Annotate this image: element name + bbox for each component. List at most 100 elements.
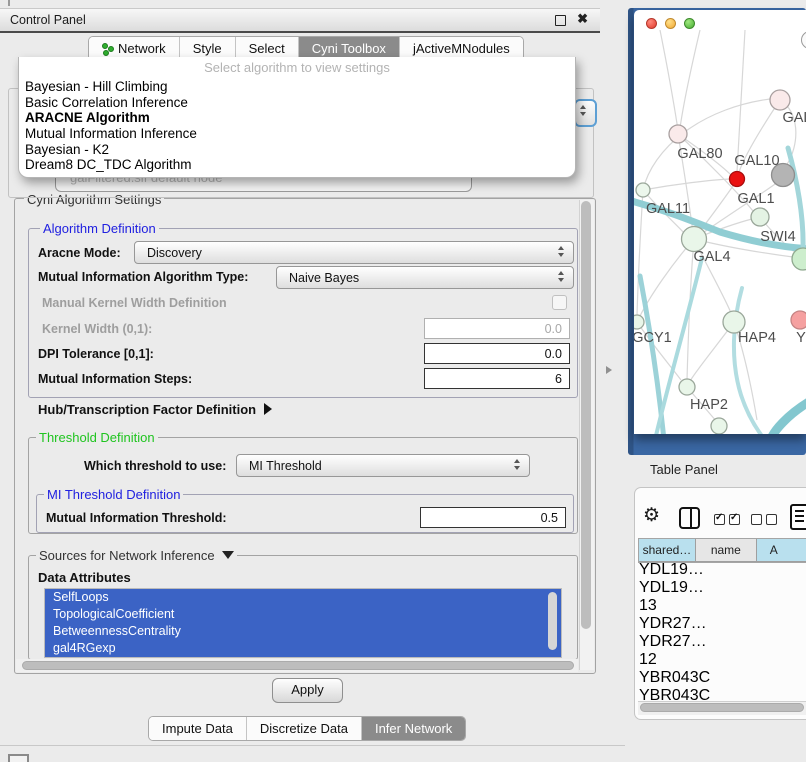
column-header-shared[interactable]: shared… [639, 539, 696, 561]
node-label-swi4: SWI4 [760, 229, 795, 245]
aracne-mode-combobox[interactable]: Discovery [134, 241, 574, 264]
gear-icon[interactable]: ⚙ [643, 504, 660, 527]
column-header-a[interactable]: A [757, 539, 806, 561]
edge [680, 30, 700, 128]
attribute-item-selfloops[interactable]: SelfLoops [45, 589, 561, 606]
node-gal1[interactable] [751, 208, 769, 226]
tab-label: Select [249, 41, 285, 56]
node-label-gal4: GAL4 [693, 249, 730, 265]
table-cell: 12 [639, 651, 699, 669]
algorithm-option-bayesian-hill-climbing[interactable]: Bayesian - Hill Climbing [19, 79, 575, 95]
control-panel-titlebar[interactable]: Control Panel ✖ [0, 8, 600, 33]
algorithm-option-basic-correlation-inference[interactable]: Basic Correlation Inference [19, 95, 575, 111]
float-window-icon[interactable] [555, 15, 566, 26]
attribute-item-topologicalcoefficient[interactable]: TopologicalCoefficient [45, 606, 561, 623]
expanded-arrow-icon [222, 551, 234, 559]
import-table-icon[interactable] [790, 504, 806, 530]
mi-threshold-field[interactable]: 0.5 [420, 507, 566, 528]
mi-type-combobox[interactable]: Naive Bayes [276, 266, 574, 289]
node-gal[interactable] [770, 90, 790, 110]
window-zoom-icon[interactable] [684, 18, 695, 29]
table-row[interactable]: YBR043CYBR043C [639, 669, 806, 700]
split-pane-toggle-icon[interactable] [606, 366, 612, 374]
tab-infer-network[interactable]: Infer Network [362, 717, 465, 740]
deselect-checks-icon[interactable] [751, 512, 781, 530]
attribute-item-betweennesscentrality[interactable]: BetweennessCentrality [45, 623, 561, 640]
settings-hscrollbar-thumb[interactable] [22, 661, 574, 670]
network-canvas[interactable]: GALGAL80GAL10GAL11GAL1SWI4GAL4GCY1HAP4YH… [634, 30, 806, 434]
dpi-tolerance-field[interactable]: 0.0 [424, 343, 570, 364]
tab-label: jActiveMNodules [413, 41, 510, 56]
tab-label: Style [193, 41, 222, 56]
tab-label: Impute Data [162, 721, 233, 736]
which-threshold-value: MI Threshold [249, 459, 322, 473]
tab-label: Network [118, 41, 166, 56]
select-all-checks-icon[interactable] [714, 512, 744, 530]
hub-section-toggle[interactable]: Hub/Transcription Factor Definition [38, 402, 272, 417]
algorithm-dropdown-prompt: Select algorithm to view settings [19, 57, 575, 79]
settings-scrollbar-thumb[interactable] [581, 201, 591, 629]
tab-discretize-data[interactable]: Discretize Data [247, 717, 362, 740]
kernel-width-label: Kernel Width (0,1): [42, 322, 152, 336]
stepper-arrows-icon [580, 105, 586, 116]
node-gal80[interactable] [669, 125, 687, 143]
threshold-title: Threshold Definition [36, 430, 158, 445]
node-label-hap2: HAP2 [690, 397, 728, 413]
edge [643, 98, 778, 190]
table-cell: 13 [639, 597, 699, 615]
node-label-y: Y [796, 330, 806, 346]
table-cell: YDL19… [639, 561, 711, 579]
node-gcy1[interactable] [634, 315, 644, 329]
node-gal11[interactable] [636, 183, 650, 197]
algorithm-option-dream8-dc-tdc-algorithm[interactable]: Dream8 DC_TDC Algorithm [19, 157, 575, 173]
node-y[interactable] [791, 311, 806, 329]
attributes-scrollbar-thumb[interactable] [548, 592, 557, 650]
apply-button[interactable]: Apply [272, 678, 343, 703]
table-row[interactable]: YDR27…YDR27…12 [639, 615, 806, 669]
node-unlabeled[interactable] [711, 418, 727, 434]
bottom-panel-icon[interactable] [8, 754, 29, 762]
mi-type-label: Mutual Information Algorithm Type: [38, 270, 248, 284]
attribute-item-gal4rgexp[interactable]: gal4RGexp [45, 640, 561, 657]
table-row[interactable]: YDL19…YDL19…13 [639, 561, 806, 615]
node-hap2[interactable] [679, 379, 695, 395]
column-header-name[interactable]: name [696, 539, 757, 561]
close-icon[interactable]: ✖ [577, 11, 588, 27]
edge [737, 30, 745, 172]
algorithm-option-aracne-algorithm[interactable]: ARACNE Algorithm [19, 110, 575, 126]
window-close-icon[interactable] [646, 18, 657, 29]
data-attributes-list: SelfLoopsTopologicalCoefficientBetweenne… [44, 588, 562, 658]
node-label-gal80: GAL80 [677, 146, 722, 162]
table-cell: YDL19… [639, 579, 716, 597]
tab-impute-data[interactable]: Impute Data [149, 717, 247, 740]
mi-steps-label: Mutual Information Steps: [38, 372, 192, 386]
node-table: shared…nameA [638, 538, 806, 563]
table-cell: YBR043C [639, 669, 711, 687]
table-hscrollbar-thumb[interactable] [640, 703, 804, 712]
mi-threshold-title: MI Threshold Definition [44, 487, 183, 502]
sources-toggle[interactable]: Sources for Network Inference [36, 548, 237, 563]
mi-steps-field[interactable]: 6 [424, 368, 570, 389]
panel-edge-mark [8, 0, 10, 6]
node-unlabeled[interactable] [730, 172, 745, 187]
panel-bottom-border [0, 745, 625, 746]
node-label-gal: GAL [782, 110, 806, 126]
algorithm-combobox-stepper[interactable] [574, 99, 597, 127]
kernel-width-field[interactable]: 0.0 [424, 318, 570, 339]
tab-label: Cyni Toolbox [312, 41, 386, 56]
algorithm-option-mutual-information-inference[interactable]: Mutual Information Inference [19, 126, 575, 142]
node-label-gal10: GAL10 [734, 153, 779, 169]
edge [640, 239, 694, 316]
algorithm-option-bayesian-k2[interactable]: Bayesian - K2 [19, 142, 575, 158]
algorithm-dropdown-popup: Select algorithm to view settings Bayesi… [18, 57, 576, 178]
window-minimize-icon[interactable] [665, 18, 676, 29]
table-cell: YDR27… [639, 615, 711, 633]
aracne-mode-label: Aracne Mode: [38, 246, 121, 260]
table-header-row: shared…nameA [639, 539, 806, 562]
which-threshold-combobox[interactable]: MI Threshold [236, 454, 530, 477]
columns-icon[interactable] [679, 507, 700, 529]
manual-kernel-checkbox[interactable] [552, 295, 567, 310]
combobox-arrows-icon [514, 459, 522, 470]
node-gal4[interactable] [682, 227, 707, 252]
screen: Control Panel ✖ Network Style Select Cyni T… [0, 0, 806, 762]
